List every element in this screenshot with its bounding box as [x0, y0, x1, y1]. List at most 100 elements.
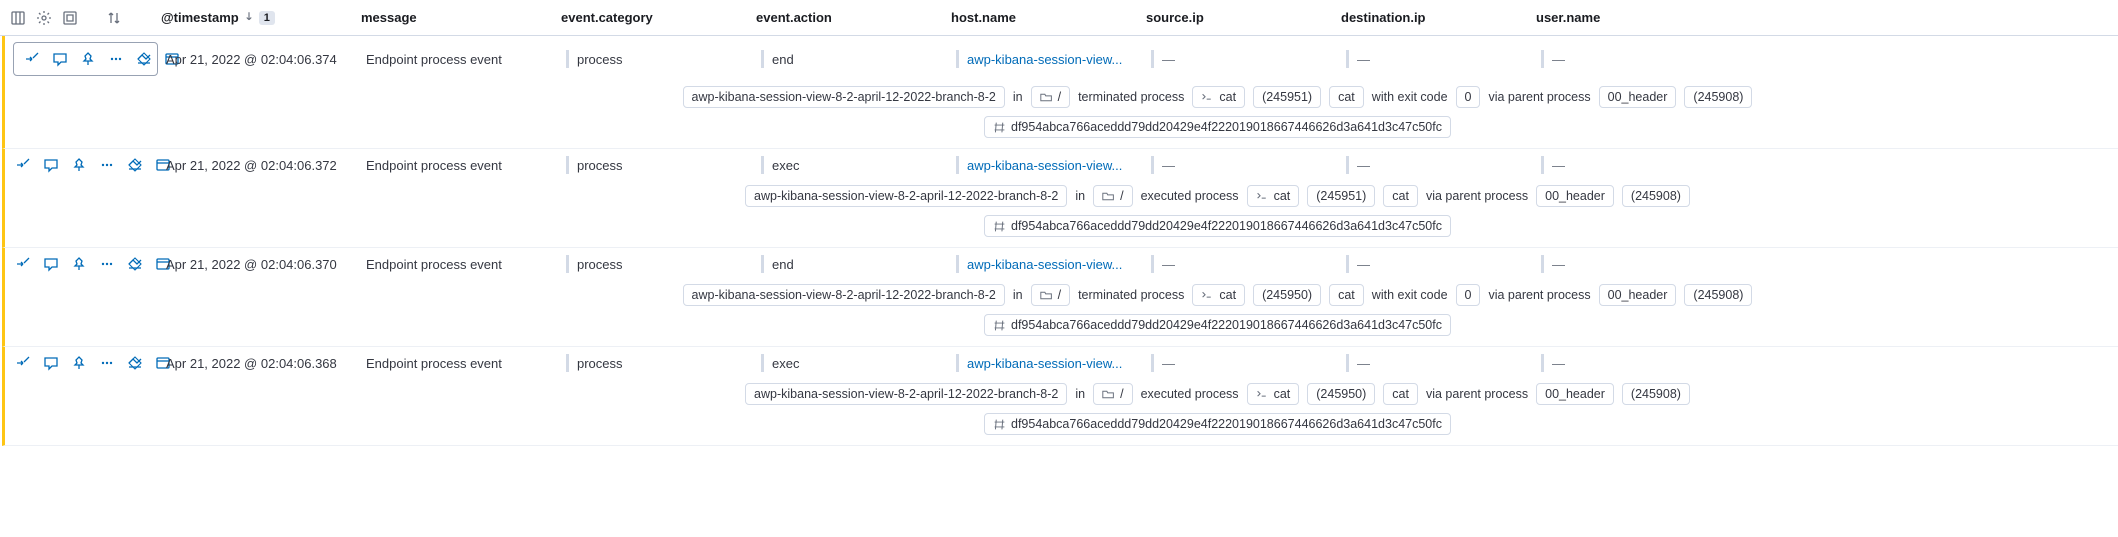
process2-chip[interactable]: cat — [1383, 185, 1418, 207]
cell-host-name: awp-kibana-session-view... — [948, 50, 1143, 68]
col-header-source-ip[interactable]: source.ip — [1138, 10, 1333, 25]
cell-host-name: awp-kibana-session-view... — [948, 255, 1143, 273]
analyze-icon[interactable] — [125, 155, 145, 175]
hash-chip[interactable]: df954abca766aceddd79dd20429e4f2220190186… — [984, 215, 1451, 237]
parent-chip[interactable]: 00_header — [1536, 185, 1614, 207]
cell-host-name: awp-kibana-session-view... — [948, 156, 1143, 174]
folder-icon — [1040, 289, 1053, 302]
in-text: in — [1013, 288, 1023, 302]
cell-event-action: exec — [753, 354, 948, 372]
cell-user-name: — — [1533, 255, 1728, 273]
comment-icon[interactable] — [41, 353, 61, 373]
col-header-event-category[interactable]: event.category — [553, 10, 748, 25]
col-label: @timestamp — [161, 10, 239, 25]
path-chip[interactable]: / — [1031, 86, 1070, 108]
expand-icon[interactable] — [13, 353, 33, 373]
comment-icon[interactable] — [41, 254, 61, 274]
row-details-hash: df954abca766aceddd79dd20429e4f2220190186… — [5, 314, 2118, 346]
more-icon[interactable] — [106, 49, 126, 69]
col-header-destination-ip[interactable]: destination.ip — [1333, 10, 1528, 25]
cell-source-ip: — — [1143, 156, 1338, 174]
parent-pid-chip[interactable]: (245908) — [1622, 185, 1690, 207]
pin-icon[interactable] — [78, 49, 98, 69]
path-chip[interactable]: / — [1093, 383, 1132, 405]
row-details: awp-kibana-session-view-8-2-april-12-202… — [5, 379, 2118, 413]
expand-icon[interactable] — [13, 155, 33, 175]
pid-chip[interactable]: (245950) — [1253, 284, 1321, 306]
more-icon[interactable] — [97, 155, 117, 175]
pin-icon[interactable] — [69, 254, 89, 274]
in-text: in — [1013, 90, 1023, 104]
more-icon[interactable] — [97, 254, 117, 274]
hash-chip[interactable]: df954abca766aceddd79dd20429e4f2220190186… — [984, 116, 1451, 138]
cell-user-name: — — [1533, 50, 1728, 68]
via-text: via parent process — [1426, 387, 1528, 401]
host-link[interactable]: awp-kibana-session-view... — [967, 158, 1122, 173]
exit-label: with exit code — [1372, 288, 1448, 302]
folder-icon — [1102, 190, 1115, 203]
host-chip[interactable]: awp-kibana-session-view-8-2-april-12-202… — [745, 383, 1067, 405]
process-chip[interactable]: cat — [1192, 86, 1245, 108]
pid-chip[interactable]: (245951) — [1307, 185, 1375, 207]
columns-icon[interactable] — [8, 8, 28, 28]
process-chip[interactable]: cat — [1247, 185, 1300, 207]
col-header-user-name[interactable]: user.name — [1528, 10, 1723, 25]
host-chip[interactable]: awp-kibana-session-view-8-2-april-12-202… — [683, 86, 1005, 108]
verb-text: executed process — [1141, 189, 1239, 203]
comment-icon[interactable] — [41, 155, 61, 175]
cell-event-category: process — [558, 156, 753, 174]
process-chip[interactable]: cat — [1192, 284, 1245, 306]
row-main: Apr 21, 2022 @ 02:04:06.368 Endpoint pro… — [5, 347, 2118, 379]
folder-icon — [1040, 91, 1053, 104]
verb-text: executed process — [1141, 387, 1239, 401]
gear-icon[interactable] — [34, 8, 54, 28]
process2-chip[interactable]: cat — [1329, 86, 1364, 108]
table-row: Apr 21, 2022 @ 02:04:06.368 Endpoint pro… — [2, 347, 2118, 446]
cell-message: Endpoint process event — [358, 158, 558, 173]
parent-pid-chip[interactable]: (245908) — [1684, 284, 1752, 306]
analyze-icon[interactable] — [125, 353, 145, 373]
analyze-icon[interactable] — [134, 49, 154, 69]
table-row: Apr 21, 2022 @ 02:04:06.370 Endpoint pro… — [2, 248, 2118, 347]
verb-text: terminated process — [1078, 90, 1184, 104]
parent-chip[interactable]: 00_header — [1536, 383, 1614, 405]
col-header-event-action[interactable]: event.action — [748, 10, 943, 25]
comment-icon[interactable] — [50, 49, 70, 69]
row-main: Apr 21, 2022 @ 02:04:06.374 Endpoint pro… — [5, 36, 2118, 82]
pin-icon[interactable] — [69, 155, 89, 175]
more-icon[interactable] — [97, 353, 117, 373]
cell-destination-ip: — — [1338, 354, 1533, 372]
pid-chip[interactable]: (245950) — [1307, 383, 1375, 405]
pid-chip[interactable]: (245951) — [1253, 86, 1321, 108]
expand-icon[interactable] — [22, 49, 42, 69]
row-details: awp-kibana-session-view-8-2-april-12-202… — [5, 181, 2118, 215]
col-header-timestamp[interactable]: @timestamp 1 — [153, 10, 353, 25]
expand-icon[interactable] — [13, 254, 33, 274]
process2-chip[interactable]: cat — [1383, 383, 1418, 405]
process-chip[interactable]: cat — [1247, 383, 1300, 405]
parent-chip[interactable]: 00_header — [1599, 284, 1677, 306]
fullscreen-icon[interactable] — [60, 8, 80, 28]
analyze-icon[interactable] — [125, 254, 145, 274]
hash-chip[interactable]: df954abca766aceddd79dd20429e4f2220190186… — [984, 413, 1451, 435]
row-details-hash: df954abca766aceddd79dd20429e4f2220190186… — [5, 116, 2118, 148]
sort-icon[interactable] — [104, 8, 124, 28]
path-chip[interactable]: / — [1093, 185, 1132, 207]
col-header-host-name[interactable]: host.name — [943, 10, 1138, 25]
parent-pid-chip[interactable]: (245908) — [1684, 86, 1752, 108]
exit-code-chip[interactable]: 0 — [1456, 86, 1481, 108]
host-link[interactable]: awp-kibana-session-view... — [967, 257, 1122, 272]
pin-icon[interactable] — [69, 353, 89, 373]
col-header-message[interactable]: message — [353, 10, 553, 25]
parent-pid-chip[interactable]: (245908) — [1622, 383, 1690, 405]
parent-chip[interactable]: 00_header — [1599, 86, 1677, 108]
exit-code-chip[interactable]: 0 — [1456, 284, 1481, 306]
cell-event-action: end — [753, 255, 948, 273]
host-chip[interactable]: awp-kibana-session-view-8-2-april-12-202… — [745, 185, 1067, 207]
host-chip[interactable]: awp-kibana-session-view-8-2-april-12-202… — [683, 284, 1005, 306]
path-chip[interactable]: / — [1031, 284, 1070, 306]
host-link[interactable]: awp-kibana-session-view... — [967, 52, 1122, 67]
host-link[interactable]: awp-kibana-session-view... — [967, 356, 1122, 371]
hash-chip[interactable]: df954abca766aceddd79dd20429e4f2220190186… — [984, 314, 1451, 336]
process2-chip[interactable]: cat — [1329, 284, 1364, 306]
